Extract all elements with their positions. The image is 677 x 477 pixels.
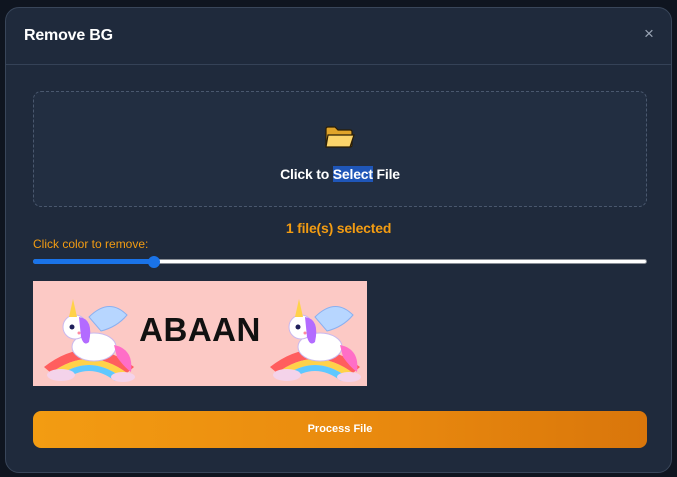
folder-open-icon xyxy=(325,126,355,148)
close-button[interactable]: × xyxy=(641,24,657,43)
files-selected-status: 1 file(s) selected xyxy=(285,220,392,236)
unicorn-right-image xyxy=(270,299,361,382)
dropzone-text-before: Click to xyxy=(280,166,333,182)
close-icon: × xyxy=(644,24,654,43)
remove-bg-modal: Remove BG × Click to Select File 1 file(… xyxy=(5,7,672,473)
process-file-button[interactable]: Process File xyxy=(33,411,647,448)
color-tolerance-slider[interactable] xyxy=(33,256,647,268)
slider-thumb[interactable] xyxy=(147,256,160,268)
modal-title: Remove BG xyxy=(24,27,113,44)
color-remove-label: Click color to remove: xyxy=(33,237,149,251)
dropzone-text-selected: Select xyxy=(332,166,373,182)
modal-header: Remove BG × xyxy=(6,8,671,65)
slider-fill xyxy=(33,259,154,264)
dropzone-text-after: File xyxy=(372,166,401,182)
image-preview[interactable]: ABAAN xyxy=(33,281,367,386)
dropzone-label[interactable]: Click to Select File xyxy=(34,166,646,182)
file-dropzone[interactable]: Click to Select File xyxy=(33,91,647,207)
